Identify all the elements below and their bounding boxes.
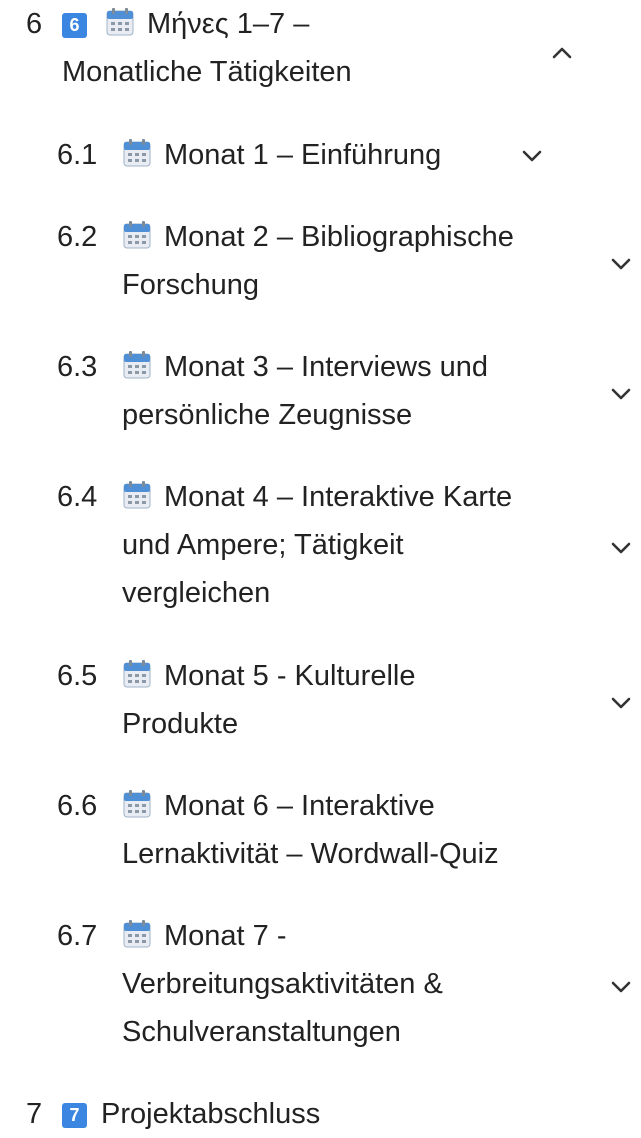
subsection-6-5[interactable]: 6.5 Monat 5 - Kulturelle Produkte — [0, 652, 641, 748]
section-number: 6 — [26, 8, 43, 40]
subsection-title-line3: vergleichen — [122, 577, 271, 609]
subsection-title-line2: Forschung — [122, 269, 260, 301]
section-6-badge-icon: 6 — [62, 13, 87, 38]
calendar-icon — [122, 138, 152, 168]
subsection-title-line2: und Ampere; Tätigkeit — [122, 529, 404, 561]
section-title: Projektabschluss — [101, 1098, 321, 1130]
subsection-6-2[interactable]: 6.2 Monat 2 – Bibliographische Forschung — [0, 213, 641, 309]
subsection-6-3[interactable]: 6.3 Monat 3 – Interviews und persönliche… — [0, 343, 641, 439]
subsection-title-line1: Monat 5 - Kulturelle — [164, 660, 416, 692]
chevron-down-icon[interactable] — [610, 257, 632, 271]
subsection-title-line2: Verbreitungsaktivitäten & — [122, 968, 443, 1000]
subsection-title-line1: Monat 7 - — [164, 920, 287, 952]
subsection-title-line2: persönliche Zeugnisse — [122, 399, 413, 431]
chevron-up-icon[interactable] — [551, 46, 573, 60]
subsection-title-line1: Monat 3 – Interviews und — [164, 351, 489, 383]
calendar-icon — [122, 659, 152, 689]
chevron-down-icon[interactable] — [610, 696, 632, 710]
subsection-title-line2: Lernaktivität – Wordwall-Quiz — [122, 838, 499, 870]
subsection-number: 6.7 — [57, 920, 98, 952]
subsection-title-line1: Monat 4 – Interaktive Karte — [164, 481, 513, 513]
calendar-icon — [122, 789, 152, 819]
subsection-title-line2: Produkte — [122, 708, 239, 740]
calendar-icon — [122, 220, 152, 250]
subsection-number: 6.3 — [57, 351, 98, 383]
calendar-icon — [122, 480, 152, 510]
subsection-number: 6.5 — [57, 660, 98, 692]
subsection-title-line1: Monat 6 – Interaktive — [164, 790, 435, 822]
section-title-line1: Μήνες 1–7 – — [147, 8, 310, 40]
chevron-down-icon[interactable] — [610, 541, 632, 555]
subsection-title-line1: Monat 2 – Bibliographische — [164, 221, 514, 253]
subsection-6-1[interactable]: 6.1 Monat 1 – Einführung — [0, 131, 641, 179]
section-title-line2: Monatliche Tätigkeiten — [62, 56, 352, 88]
section-7-badge-icon: 7 — [62, 1103, 87, 1128]
chevron-down-icon[interactable] — [521, 149, 543, 163]
subsection-6-4[interactable]: 6.4 Monat 4 – Interaktive Karte und Ampe… — [0, 473, 641, 617]
calendar-icon — [122, 350, 152, 380]
subsection-title-line3: Schulveranstaltungen — [122, 1016, 401, 1048]
subsection-number: 6.1 — [57, 139, 98, 171]
subsection-6-7[interactable]: 6.7 Monat 7 - Verbreitungsaktivitäten & … — [0, 912, 641, 1056]
section-number: 7 — [26, 1098, 43, 1130]
calendar-icon — [105, 7, 135, 37]
subsection-6-6[interactable]: 6.6 Monat 6 – Interaktive Lernaktivität … — [0, 782, 641, 878]
subsection-number: 6.6 — [57, 790, 98, 822]
section-6-header[interactable]: 6 6 Μήνες 1–7 – Monatliche Tätigkeiten — [0, 0, 641, 100]
chevron-down-icon[interactable] — [610, 387, 632, 401]
subsection-title: Monat 1 – Einführung — [164, 139, 442, 171]
chevron-down-icon[interactable] — [610, 980, 632, 994]
subsection-number: 6.2 — [57, 221, 98, 253]
subsection-number: 6.4 — [57, 481, 98, 513]
calendar-icon — [122, 919, 152, 949]
section-7-header[interactable]: 7 7 Projektabschluss — [0, 1090, 641, 1138]
